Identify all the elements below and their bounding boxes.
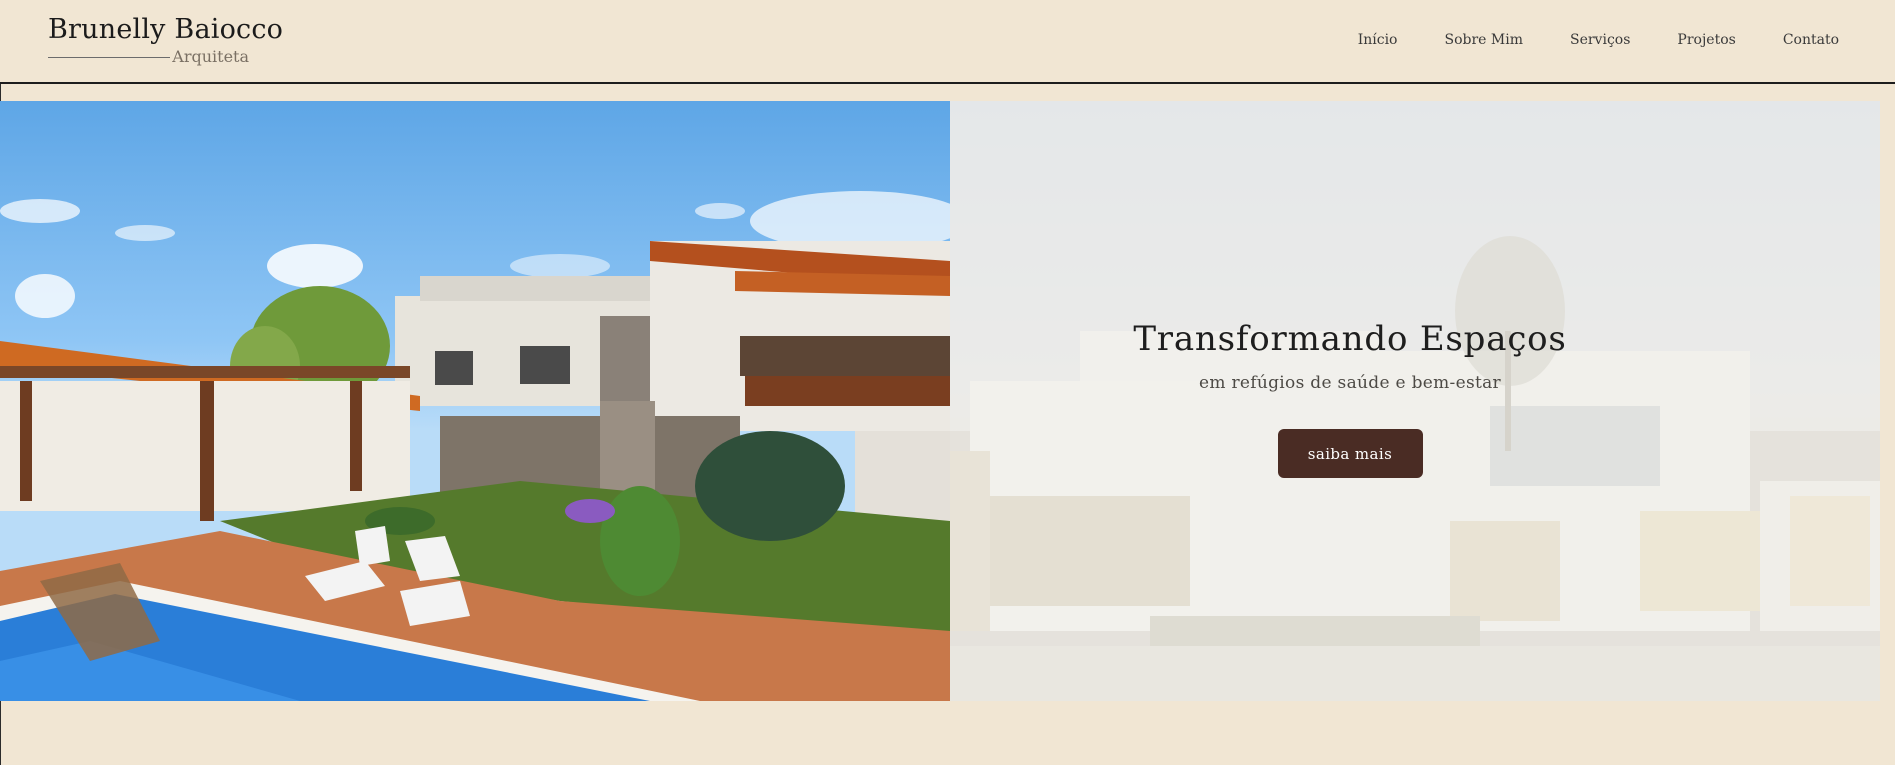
brand-subtitle: Arquiteta [172, 47, 249, 66]
nav-item-sobre-mim[interactable]: Sobre Mim [1444, 32, 1523, 48]
nav-item-inicio[interactable]: Início [1358, 32, 1398, 48]
site-logo[interactable]: Brunelly Baiocco Arquiteta [48, 14, 284, 70]
hero-section: Transformando Espaços em refúgios de saú… [0, 101, 1880, 701]
hero-content: Transformando Espaços em refúgios de saú… [1120, 319, 1580, 478]
hero-subtitle: em refúgios de saúde e bem-estar [1199, 373, 1501, 393]
saiba-mais-button[interactable]: saiba mais [1277, 429, 1423, 478]
hero-title: Transformando Espaços [1133, 319, 1567, 359]
nav-item-contato[interactable]: Contato [1783, 32, 1839, 48]
brand-name: Brunelly Baiocco [48, 14, 284, 45]
brand-subtitle-row: Arquiteta [48, 47, 253, 67]
brand-divider [48, 57, 170, 58]
main-nav: Início Sobre Mim Serviços Projetos Conta… [1311, 32, 1839, 48]
nav-item-projetos[interactable]: Projetos [1677, 32, 1735, 48]
nav-item-servicos[interactable]: Serviços [1570, 32, 1630, 48]
hero-house-photo [0, 101, 950, 701]
site-header: Brunelly Baiocco Arquiteta Início Sobre … [0, 0, 1895, 84]
